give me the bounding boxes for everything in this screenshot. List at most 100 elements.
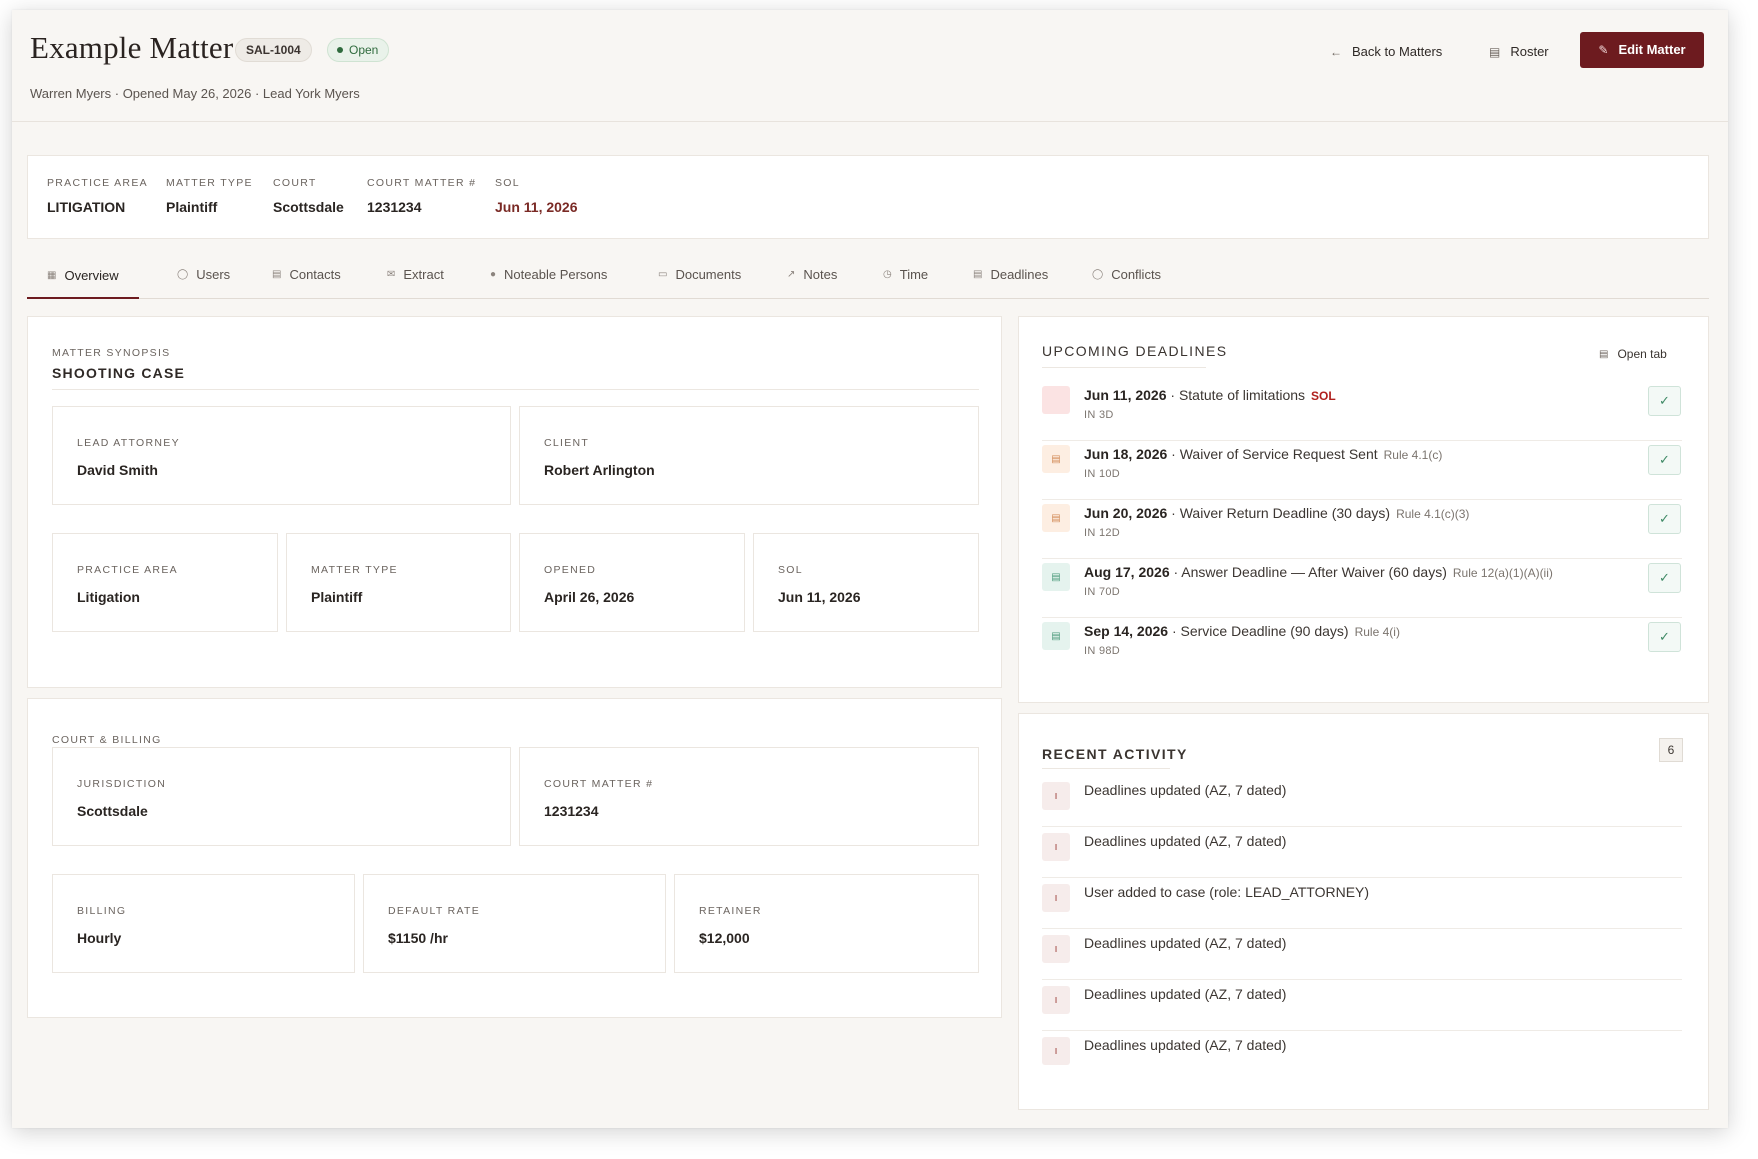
complete-check-button[interactable]: ✓ (1648, 504, 1681, 534)
activity-text: Deadlines updated (AZ, 7 dated) (1084, 986, 1287, 1002)
tab-notes[interactable]: ↗ Notes (787, 254, 837, 299)
field-label: PRACTICE AREA (77, 564, 178, 576)
field-label: LEAD ATTORNEY (77, 437, 180, 449)
tab-label: Noteable Persons (504, 266, 608, 282)
matter-type-field: MATTER TYPE Plaintiff (286, 533, 511, 632)
tab-users[interactable]: ◯ Users (177, 254, 230, 299)
summary-label: COURT (273, 177, 317, 189)
billing-field: BILLING Hourly (52, 874, 355, 973)
deadline-date: Jun 20, 2026 (1084, 505, 1168, 521)
clock-icon: ◷ (883, 268, 892, 280)
tab-noteable-persons[interactable]: ● Noteable Persons (490, 254, 607, 299)
tab-bar: ▦ Overview ◯ Users ▤ Contacts ✉ Extract ● Not… (27, 254, 1709, 299)
tab-conflicts[interactable]: ◯ Conflicts (1092, 254, 1161, 299)
activity-item: ı Deadlines updated (AZ, 7 dated) (1042, 776, 1682, 827)
deadlines-heading: UPCOMING DEADLINES (1042, 343, 1228, 359)
roster-button[interactable]: ▤ Roster (1489, 34, 1549, 70)
id-card-icon: ▤ (1489, 45, 1501, 59)
deadline-remaining: IN 98D (1084, 645, 1121, 657)
check-circle-icon: ✓ (1659, 629, 1670, 644)
field-value: Litigation (77, 589, 140, 605)
open-tab-link[interactable]: ▤ Open tab (1599, 347, 1667, 361)
deadline-line: Aug 17, 2026 · Answer Deadline — After W… (1084, 564, 1553, 580)
complete-check-button[interactable]: ✓ (1648, 563, 1681, 593)
field-value: Scottsdale (77, 803, 148, 819)
tab-documents[interactable]: ▭ Documents (658, 254, 741, 299)
deadline-sol-tag: SOL (1311, 389, 1336, 403)
activity-item: ı Deadlines updated (AZ, 7 dated) (1042, 980, 1682, 1031)
summary-value: 1231234 (367, 199, 422, 215)
tab-overview[interactable]: ▦ Overview (27, 254, 139, 299)
arrow-left-icon: ← (1330, 45, 1342, 59)
summary-value: Jun 11, 2026 (495, 199, 578, 215)
field-label: JURISDICTION (77, 778, 167, 790)
external-note-icon: ↗ (787, 268, 796, 280)
synopsis-title: SHOOTING CASE (52, 365, 186, 381)
field-label: OPENED (544, 564, 597, 576)
complete-check-button[interactable]: ✓ (1648, 445, 1681, 475)
default-rate-field: DEFAULT RATE $1150 /hr (363, 874, 666, 973)
summary-court: COURT Scottsdale (273, 177, 344, 215)
tab-contacts[interactable]: ▤ Contacts (272, 254, 341, 299)
calendar-icon: ▤ (1042, 445, 1070, 473)
field-value: David Smith (77, 462, 158, 478)
deadline-date: Aug 17, 2026 (1084, 564, 1170, 580)
edit-matter-button[interactable]: ✎ Edit Matter (1580, 32, 1704, 68)
status-label: Open (349, 43, 379, 57)
field-label: COURT MATTER # (544, 778, 654, 790)
field-label: RETAINER (699, 905, 762, 917)
deadline-rule: Rule 4.1(c) (1383, 448, 1443, 462)
field-value: Robert Arlington (544, 462, 655, 478)
tab-label: Contacts (289, 266, 341, 282)
deadline-date: Jun 18, 2026 (1084, 446, 1168, 462)
activity-count-badge: 6 (1659, 738, 1683, 762)
client-field: CLIENT Robert Arlington (519, 406, 979, 505)
field-value: Plaintiff (311, 589, 363, 605)
deadline-row[interactable]: ▤ Aug 17, 2026 · Answer Deadline — After… (1042, 559, 1682, 618)
tab-label: Deadlines (990, 266, 1049, 282)
document-icon: ▭ (658, 268, 668, 280)
deadline-row[interactable]: ▤ Sep 14, 2026 · Service Deadline (90 da… (1042, 618, 1682, 677)
summary-matter-type: MATTER TYPE Plaintiff (166, 177, 253, 215)
summary-label: SOL (495, 177, 520, 189)
tab-extract[interactable]: ✉ Extract (387, 254, 444, 299)
complete-check-button[interactable]: ✓ (1648, 622, 1681, 652)
matter-code-badge: SAL-1004 (235, 38, 312, 62)
tab-label: Notes (803, 266, 838, 282)
deadline-row[interactable]: ▤ Jun 18, 2026 · Waiver of Service Reque… (1042, 441, 1682, 500)
jurisdiction-field: JURISDICTION Scottsdale (52, 747, 511, 846)
deadline-remaining: IN 10D (1084, 468, 1121, 480)
activity-text: Deadlines updated (AZ, 7 dated) (1084, 1037, 1287, 1053)
activity-text: Deadlines updated (AZ, 7 dated) (1084, 782, 1287, 798)
deadline-line: Sep 14, 2026 · Service Deadline (90 days… (1084, 623, 1400, 639)
field-label: MATTER TYPE (311, 564, 398, 576)
field-label: DEFAULT RATE (388, 905, 481, 917)
calendar-icon: ▤ (1042, 563, 1070, 591)
activity-text: User added to case (role: LEAD_ATTORNEY) (1084, 884, 1370, 900)
sol-field: SOL Jun 11, 2026 (753, 533, 979, 632)
opened-field: OPENED April 26, 2026 (519, 533, 745, 632)
deadline-rule: Rule 4.1(c)(3) (1396, 507, 1470, 521)
summary-value: Plaintiff (166, 199, 218, 215)
deadline-row[interactable]: Jun 11, 2026 · Statute of limitations SOL… (1042, 382, 1682, 441)
tab-time[interactable]: ◷ Time (883, 254, 928, 299)
app-window: Example Matter SAL-1004 Open Warren Myer… (12, 10, 1728, 1128)
deadline-row[interactable]: ▤ Jun 20, 2026 · Waiver Return Deadline … (1042, 500, 1682, 559)
practice-area-field: PRACTICE AREA Litigation (52, 533, 278, 632)
summary-value: LITIGATION (47, 199, 126, 215)
complete-check-button[interactable]: ✓ (1648, 386, 1681, 416)
deadline-remaining: IN 12D (1084, 527, 1121, 539)
back-to-matters-button[interactable]: ← Back to Matters (1330, 34, 1442, 70)
court-billing-card: COURT & BILLING JURISDICTION Scottsdale … (27, 698, 1002, 1018)
mail-icon: ✉ (387, 268, 396, 280)
activity-text: Deadlines updated (AZ, 7 dated) (1084, 833, 1287, 849)
summary-value: Scottsdale (273, 199, 344, 215)
check-circle-icon: ✓ (1659, 452, 1670, 467)
shield-icon: ◯ (1092, 268, 1104, 280)
summary-label: MATTER TYPE (166, 177, 253, 189)
field-value: $1150 /hr (388, 930, 448, 946)
deadline-title: · Waiver Return Deadline (30 days) (1171, 505, 1391, 521)
table-icon: ▦ (47, 269, 57, 281)
tab-deadlines[interactable]: ▤ Deadlines (973, 254, 1048, 299)
back-label: Back to Matters (1352, 44, 1443, 59)
